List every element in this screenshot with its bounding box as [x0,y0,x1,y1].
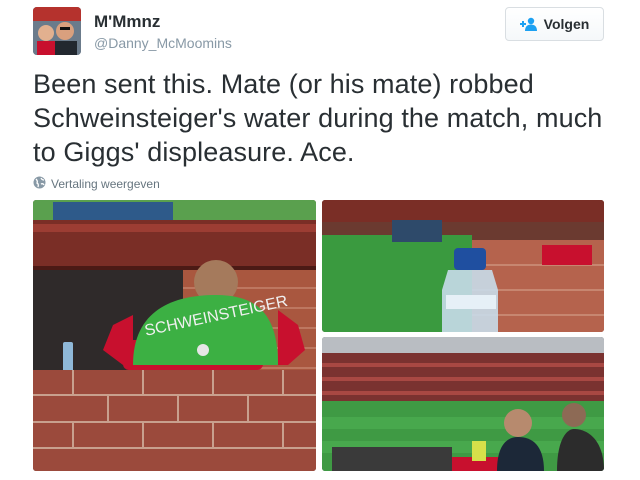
photo-stadium[interactable] [322,337,604,471]
translate-link-label: Vertaling weergeven [51,177,160,191]
author-handle[interactable]: @Danny_McMoomins [94,35,232,51]
add-user-icon [519,17,538,31]
translate-link[interactable]: Vertaling weergeven [33,176,160,192]
photo-main[interactable]: SCHWEINSTEIGER [33,200,316,471]
follow-button[interactable]: Volgen [505,7,604,41]
photo-water-bottle[interactable] [322,200,604,332]
tweet-text: Been sent this. Mate (or his mate) robbe… [33,69,603,167]
tweet-card: M'Mmnz @Danny_McMoomins Volgen Been sent… [0,0,640,480]
follow-button-label: Volgen [543,16,590,32]
avatar[interactable] [33,7,81,55]
globe-icon [33,176,46,192]
author-display-name[interactable]: M'Mmnz [94,12,160,32]
